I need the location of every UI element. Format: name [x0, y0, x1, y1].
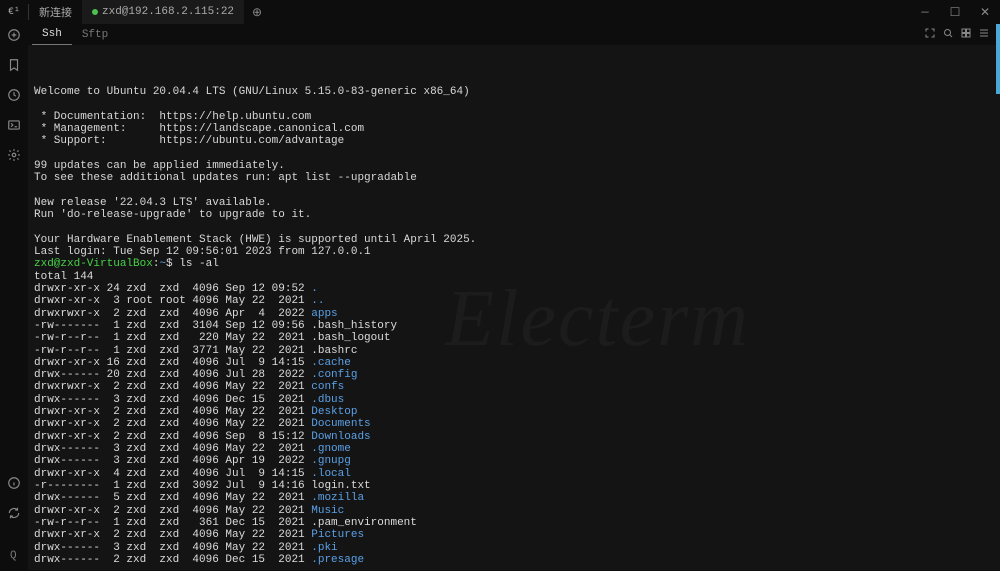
terminal-line: -rw-r--r-- 1 zxd zxd 3771 May 22 2021 .b… — [34, 345, 994, 357]
terminal-line: drwxr-xr-x 2 zxd zxd 4096 May 22 2021 Mu… — [34, 505, 994, 517]
terminal-icon[interactable] — [7, 118, 21, 136]
minimize-button[interactable]: — — [910, 5, 940, 20]
scrollbar-indicator[interactable] — [996, 24, 1000, 94]
terminal-line: drwx------ 3 zxd zxd 4096 Dec 15 2021 .d… — [34, 394, 994, 406]
terminal-line — [34, 148, 994, 160]
history-icon[interactable] — [7, 88, 21, 106]
tab-ssh-session[interactable]: zxd@192.168.2.115:22 — [82, 0, 244, 24]
terminal-line: zxd@zxd-VirtualBox:~$ ls -al — [34, 258, 994, 270]
terminal-line: drwx------ 3 zxd zxd 4096 Apr 19 2022 .g… — [34, 455, 994, 467]
terminal-line: * Management: https://landscape.canonica… — [34, 123, 994, 135]
fullscreen-icon[interactable] — [924, 27, 936, 43]
terminal-line: Your Hardware Enablement Stack (HWE) is … — [34, 234, 994, 246]
session-tabs: Ssh Sftp — [28, 24, 1000, 45]
terminal-line: New release '22.04.3 LTS' available. — [34, 197, 994, 209]
terminal-line: drwxr-xr-x 2 zxd zxd 4096 May 22 2021 De… — [34, 406, 994, 418]
terminal-line: To see these additional updates run: apt… — [34, 172, 994, 184]
grid-icon[interactable] — [960, 27, 972, 43]
sidebar — [0, 24, 28, 544]
info-icon[interactable] — [7, 476, 21, 494]
terminal-line: drwxr-xr-x 2 zxd zxd 4096 May 22 2021 Do… — [34, 418, 994, 430]
terminal-line — [34, 184, 994, 196]
settings-icon[interactable] — [7, 148, 21, 166]
tab-new-connection[interactable]: 新连接 — [29, 0, 82, 24]
terminal-output[interactable]: Electerm Welcome to Ubuntu 20.04.4 LTS (… — [28, 45, 1000, 570]
terminal-line: Welcome to Ubuntu 20.04.4 LTS (GNU/Linux… — [34, 86, 994, 98]
search-icon[interactable] — [942, 27, 954, 43]
terminal-line: drwx------ 20 zxd zxd 4096 Jul 28 2022 .… — [34, 369, 994, 381]
terminal-line: drwxr-xr-x 24 zxd zxd 4096 Sep 12 09:52 … — [34, 283, 994, 295]
terminal-line: drwxrwxr-x 2 zxd zxd 4096 May 22 2021 co… — [34, 381, 994, 393]
tab-ssh[interactable]: Ssh — [32, 24, 72, 45]
tab-sftp[interactable]: Sftp — [72, 25, 118, 45]
terminal-line: drwx------ 3 zxd zxd 4096 May 22 2021 .g… — [34, 443, 994, 455]
terminal-line: -rw-r--r-- 1 zxd zxd 361 Dec 15 2021 .pa… — [34, 517, 994, 529]
terminal-line: drwxr-xr-x 3 root root 4096 May 22 2021 … — [34, 295, 994, 307]
terminal-line: drwx------ 2 zxd zxd 4096 Dec 15 2021 .p… — [34, 554, 994, 566]
terminal-line: drwxr-xr-x 2 zxd zxd 4096 Sep 8 15:12 Do… — [34, 431, 994, 443]
terminal-line: drwxr-xr-x 4 zxd zxd 4096 Jul 9 14:15 .l… — [34, 468, 994, 480]
terminal-line: * Documentation: https://help.ubuntu.com — [34, 111, 994, 123]
status-q[interactable]: Q — [10, 550, 17, 562]
list-icon[interactable] — [978, 27, 990, 43]
terminal-line — [34, 98, 994, 110]
status-dot-icon — [92, 9, 98, 15]
tab-label: zxd@192.168.2.115:22 — [102, 6, 234, 18]
maximize-button[interactable]: ☐ — [940, 5, 970, 20]
terminal-line: drwxr-xr-x 2 zxd zxd 4096 May 22 2021 Pi… — [34, 529, 994, 541]
terminal-line: -rw------- 1 zxd zxd 3104 Sep 12 09:56 .… — [34, 320, 994, 332]
terminal-line: drwx------ 5 zxd zxd 4096 May 22 2021 .m… — [34, 492, 994, 504]
new-tab-button[interactable]: ⊕ — [244, 5, 270, 20]
terminal-line: Run 'do-release-upgrade' to upgrade to i… — [34, 209, 994, 221]
terminal-line: -r-------- 1 zxd zxd 3092 Jul 9 14:16 lo… — [34, 480, 994, 492]
terminal-line: drwx------ 3 zxd zxd 4096 May 22 2021 .p… — [34, 542, 994, 554]
app-logo: €¹ — [0, 7, 28, 18]
close-button[interactable]: ✕ — [970, 5, 1000, 20]
tab-label: 新连接 — [39, 4, 72, 20]
terminal-line: drwxr-xr-x 16 zxd zxd 4096 Jul 9 14:15 .… — [34, 357, 994, 369]
bookmark-icon[interactable] — [7, 58, 21, 76]
terminal-line: total 144 — [34, 271, 994, 283]
terminal-line: Last login: Tue Sep 12 09:56:01 2023 fro… — [34, 246, 994, 258]
terminal-line: -rw-r--r-- 1 zxd zxd 220 May 22 2021 .ba… — [34, 332, 994, 344]
add-icon[interactable] — [7, 28, 21, 46]
sync-icon[interactable] — [7, 506, 21, 524]
titlebar: €¹ 新连接 zxd@192.168.2.115:22 ⊕ — ☐ ✕ — [0, 0, 1000, 24]
terminal-line: * Support: https://ubuntu.com/advantage — [34, 135, 994, 147]
terminal-line: 99 updates can be applied immediately. — [34, 160, 994, 172]
terminal-line: drwxrwxr-x 2 zxd zxd 4096 Apr 4 2022 app… — [34, 308, 994, 320]
terminal-line — [34, 221, 994, 233]
